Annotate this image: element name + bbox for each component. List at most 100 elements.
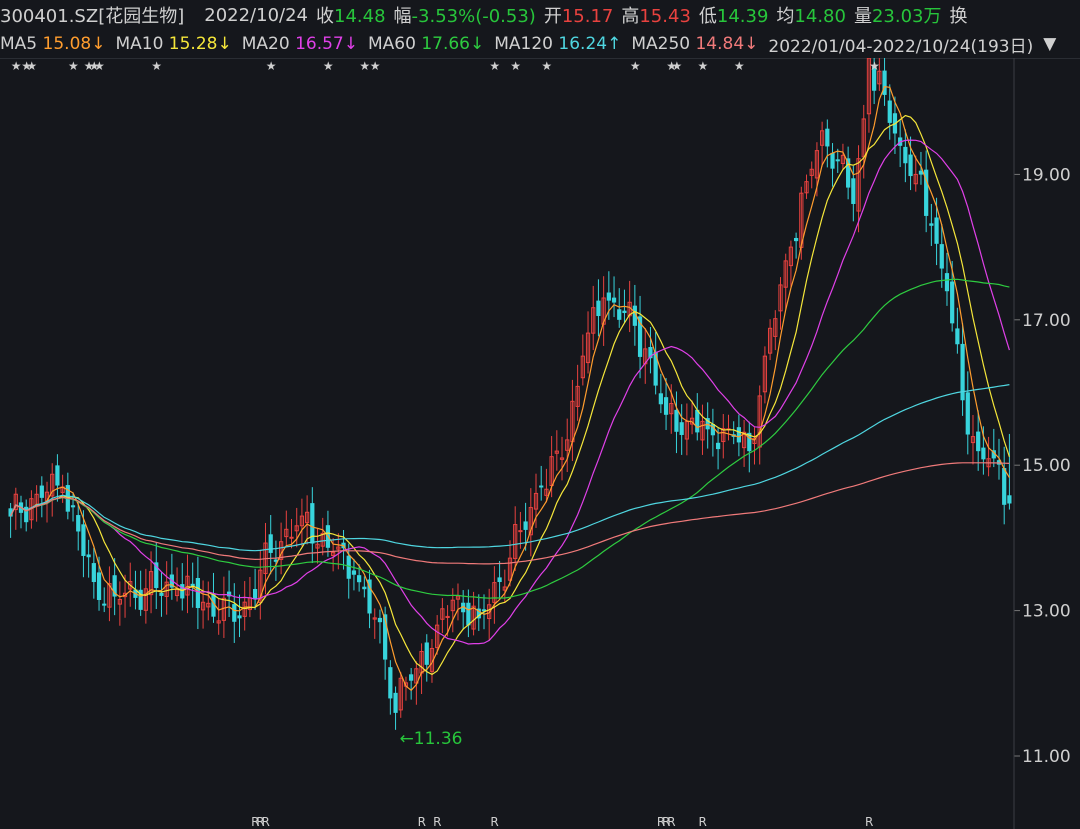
candle-body — [351, 570, 357, 575]
y-tick-label: 19.00 — [1022, 165, 1071, 185]
stock-code[interactable]: 300401.SZ[花园生物] — [0, 2, 184, 28]
candle-body — [851, 178, 856, 204]
candle-body — [523, 521, 528, 530]
r-marker: R — [262, 815, 270, 829]
candle-body — [679, 422, 684, 435]
r-marker: R — [433, 815, 441, 829]
star-marker: ★ — [68, 59, 79, 73]
candle-body — [663, 397, 669, 415]
volume-field: 量23.03万 — [853, 6, 942, 27]
candle-body — [934, 217, 939, 244]
candle-body — [39, 485, 44, 498]
ma-line-ma5 — [10, 85, 1010, 692]
candle-body — [596, 300, 601, 317]
turnover-field: 换 — [949, 6, 968, 27]
candle-body — [825, 128, 830, 147]
candle-body — [955, 328, 960, 345]
candle-body — [268, 534, 273, 553]
y-tick-label: 11.00 — [1022, 747, 1071, 767]
star-marker: ★ — [510, 59, 521, 73]
ma-item-ma20: MA20 16.57↓ — [241, 34, 358, 54]
r-marker: R — [698, 815, 706, 829]
candle-body — [830, 152, 835, 169]
quote-date: 2022/10/24 — [204, 4, 308, 26]
candle-body — [252, 588, 258, 600]
candle-body — [939, 244, 944, 269]
low-field: 低14.39 — [698, 6, 769, 27]
candle-body — [950, 281, 955, 324]
candle-body — [102, 603, 107, 606]
avg-field: 均14.80 — [776, 6, 846, 27]
star-marker: ★ — [266, 59, 277, 73]
ma-item-ma250: MA250 14.84↓ — [631, 34, 759, 54]
annotation-low: ←11.36 — [400, 729, 463, 749]
candle-body — [903, 146, 908, 164]
star-marker: ★ — [489, 59, 500, 73]
r-marker: R — [490, 815, 498, 829]
candle-body — [965, 392, 970, 435]
candle-body — [96, 572, 102, 600]
star-marker: ★ — [26, 59, 37, 73]
moving-average-bar: MA5 15.08↓ MA10 15.28↓ MA20 16.57↓ MA60 17.… — [0, 30, 1080, 59]
candle-body — [159, 592, 164, 596]
candle-body — [674, 409, 679, 432]
star-marker: ★ — [671, 59, 682, 73]
candle-body — [91, 563, 96, 583]
open-field: 开15.17 — [543, 6, 614, 27]
star-marker: ★ — [541, 59, 552, 73]
change-field: 幅-3.53%(-0.53) — [393, 6, 536, 27]
candle-body — [981, 447, 986, 460]
candle-body — [289, 536, 294, 539]
candle-body — [70, 505, 76, 508]
candle-body — [944, 273, 950, 292]
star-marker: ★ — [94, 59, 105, 73]
candle-body — [606, 292, 611, 301]
candle-body — [393, 692, 398, 713]
star-marker: ★ — [323, 59, 334, 73]
candle-body — [929, 223, 934, 226]
candle-body — [908, 154, 913, 177]
candle-body — [357, 575, 362, 583]
candle-body — [518, 530, 523, 533]
candle-body — [409, 674, 414, 681]
triangle-down-icon[interactable]: ▼ — [1043, 34, 1056, 54]
candle-body — [81, 524, 86, 556]
star-marker: ★ — [370, 59, 381, 73]
star-marker: ★ — [734, 59, 745, 73]
ma-item-ma120: MA120 16.24↑ — [494, 34, 622, 54]
candle-body — [76, 515, 81, 532]
candle-body — [835, 159, 840, 162]
candle-body — [232, 604, 237, 622]
ma-item-ma5: MA5 15.08↓ — [0, 34, 106, 54]
star-marker: ★ — [11, 59, 22, 73]
ma-item-ma10: MA10 15.28↓ — [115, 34, 232, 54]
quote-header: 300401.SZ[花园生物] 2022/10/24 收14.48 幅-3.53… — [0, 0, 1080, 30]
candle-body — [362, 586, 367, 590]
y-tick-label: 15.00 — [1022, 456, 1071, 476]
date-range[interactable]: 2022/01/04-2022/10/24(193日) — [768, 32, 1033, 57]
candle-body — [466, 602, 471, 626]
candle-body — [611, 297, 617, 303]
r-marker: R — [865, 815, 873, 829]
candle-body — [55, 465, 60, 486]
candle-body — [377, 617, 383, 623]
star-marker: ★ — [869, 59, 880, 73]
star-marker: ★ — [630, 59, 641, 73]
candle-body — [976, 431, 981, 452]
candle-body — [346, 555, 351, 579]
y-tick-label: 13.00 — [1022, 602, 1071, 622]
candle-body — [273, 559, 279, 562]
ma-item-ma60: MA60 17.66↓ — [367, 34, 485, 54]
candle-body — [617, 309, 622, 320]
candle-body — [388, 667, 393, 699]
ma-line-ma120 — [10, 384, 1010, 552]
close-field: 收14.48 — [316, 6, 386, 27]
candle-body — [481, 609, 487, 612]
star-marker: ★ — [151, 59, 162, 73]
candle-body — [882, 70, 887, 95]
candle-body — [497, 577, 502, 583]
ma-items: MA5 15.08↓ MA10 15.28↓ MA20 16.57↓ MA60 17.… — [0, 34, 768, 54]
candle-body — [918, 170, 924, 175]
high-field: 高15.43 — [621, 6, 691, 27]
r-marker: R — [667, 815, 675, 829]
